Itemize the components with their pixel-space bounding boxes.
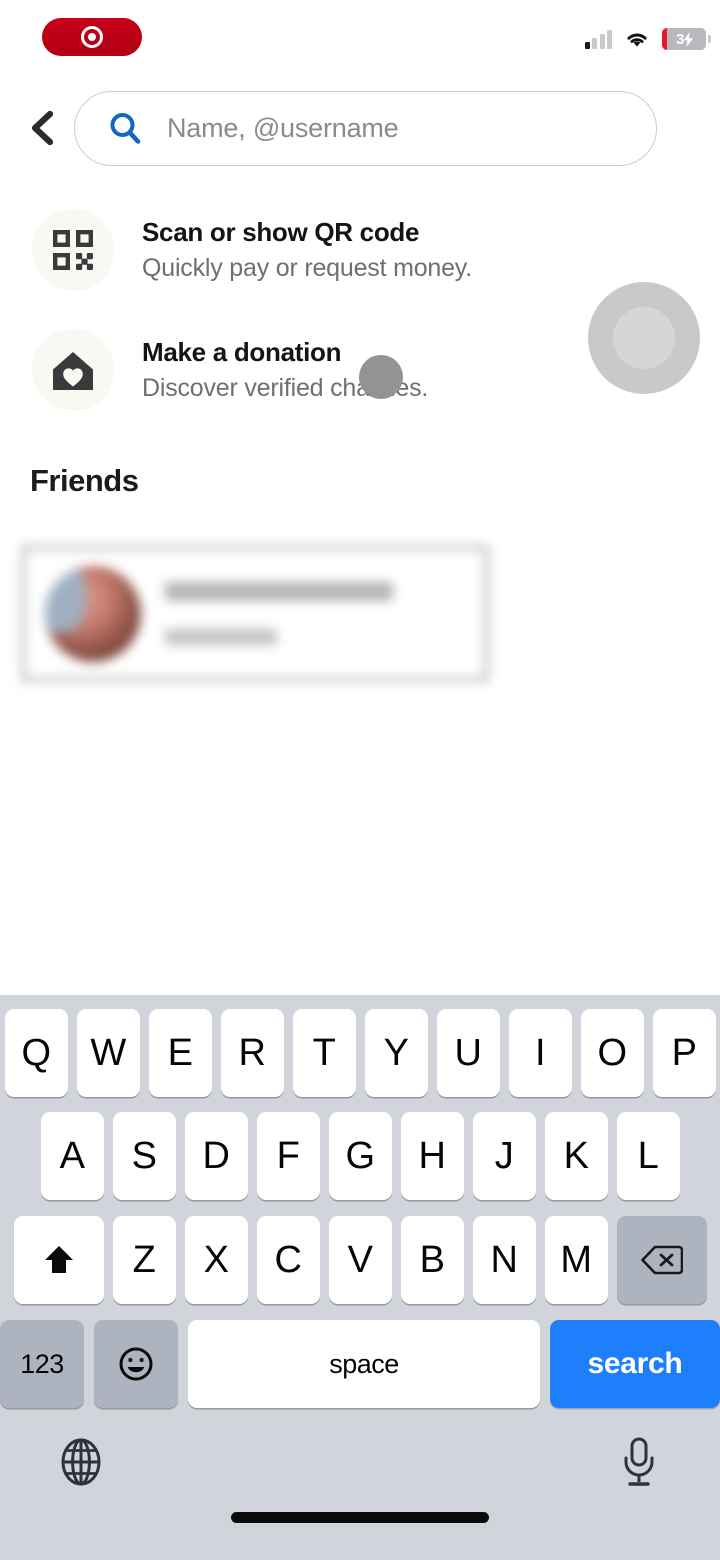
key-h[interactable]: H — [400, 1112, 464, 1200]
keyboard-row-1: Q W E R T Y U I O P — [0, 995, 720, 1099]
key-j[interactable]: J — [472, 1112, 536, 1200]
home-indicator[interactable] — [231, 1512, 489, 1523]
key-y[interactable]: Y — [364, 1009, 428, 1097]
action-text-qr-code: Scan or show QR code Quickly pay or requ… — [142, 216, 472, 285]
on-screen-keyboard: Q W E R T Y U I O P A S D F G H J K L Z … — [0, 995, 720, 1560]
action-subtitle: Quickly pay or request money. — [142, 254, 472, 283]
record-ring-icon — [81, 26, 103, 48]
key-m[interactable]: M — [544, 1216, 608, 1304]
key-d[interactable]: D — [184, 1112, 248, 1200]
key-c[interactable]: C — [256, 1216, 320, 1304]
key-p[interactable]: P — [652, 1009, 716, 1097]
backspace-icon — [640, 1245, 683, 1275]
search-return-key[interactable]: search — [550, 1320, 720, 1408]
avatar — [45, 565, 141, 662]
key-a[interactable]: A — [40, 1112, 104, 1200]
friends-section-heading: Friends — [30, 463, 139, 498]
friend-list-item[interactable] — [22, 546, 488, 681]
backspace-key[interactable] — [616, 1216, 707, 1304]
touch-indicator-small — [359, 355, 403, 399]
key-u[interactable]: U — [436, 1009, 500, 1097]
phone-screen: 3 Name, @username Scan or show QR code Q… — [0, 0, 720, 1560]
key-q[interactable]: Q — [4, 1009, 68, 1097]
screen-recording-indicator[interactable] — [42, 18, 142, 56]
action-title: Scan or show QR code — [142, 216, 420, 247]
key-z[interactable]: Z — [112, 1216, 176, 1304]
key-g[interactable]: G — [328, 1112, 392, 1200]
key-o[interactable]: O — [580, 1009, 644, 1097]
key-x[interactable]: X — [184, 1216, 248, 1304]
chevron-left-icon — [31, 111, 54, 145]
donation-home-heart-icon — [32, 329, 114, 411]
search-placeholder-text: Name, @username — [167, 112, 399, 143]
friend-name-redacted — [165, 582, 393, 601]
touch-indicator-large — [588, 282, 700, 394]
key-s[interactable]: S — [112, 1112, 176, 1200]
friend-text-block — [165, 582, 393, 645]
key-f[interactable]: F — [256, 1112, 320, 1200]
keyboard-bottom-bar — [0, 1411, 720, 1541]
status-bar: 3 — [0, 0, 720, 78]
emoji-key[interactable] — [94, 1320, 178, 1408]
key-b[interactable]: B — [400, 1216, 464, 1304]
battery-low-bar — [662, 28, 667, 50]
key-k[interactable]: K — [544, 1112, 608, 1200]
key-w[interactable]: W — [76, 1009, 140, 1097]
key-v[interactable]: V — [328, 1216, 392, 1304]
numbers-key[interactable]: 123 — [0, 1320, 84, 1408]
smiley-icon — [119, 1347, 153, 1381]
charging-bolt-icon — [683, 31, 694, 47]
shift-arrow-icon — [44, 1246, 73, 1273]
friend-handle-redacted — [165, 629, 277, 645]
search-icon — [105, 108, 145, 148]
back-button[interactable] — [12, 92, 74, 164]
battery-icon: 3 — [662, 28, 711, 50]
dictation-button[interactable] — [606, 1429, 672, 1495]
key-l[interactable]: L — [616, 1112, 680, 1200]
microphone-icon — [624, 1437, 654, 1486]
key-i[interactable]: I — [508, 1009, 572, 1097]
key-t[interactable]: T — [292, 1009, 356, 1097]
record-dot-icon — [88, 33, 96, 41]
search-input[interactable]: Name, @username — [74, 90, 657, 166]
globe-icon — [61, 1438, 101, 1486]
keyboard-row-3: Z X C V B N M — [0, 1203, 720, 1307]
key-r[interactable]: R — [220, 1009, 284, 1097]
keyboard-row-4: 123 space search — [0, 1307, 720, 1411]
search-header: Name, @username — [0, 88, 720, 168]
keyboard-row-2: A S D F G H J K L — [0, 1099, 720, 1203]
cellular-signal-icon — [584, 29, 612, 49]
qr-code-icon — [32, 209, 114, 291]
next-keyboard-button[interactable] — [48, 1429, 114, 1495]
key-n[interactable]: N — [472, 1216, 536, 1304]
status-icons: 3 — [584, 28, 711, 50]
shift-key[interactable] — [13, 1216, 104, 1304]
wifi-icon — [624, 29, 650, 49]
key-e[interactable]: E — [148, 1009, 212, 1097]
space-key[interactable]: space — [188, 1320, 540, 1408]
